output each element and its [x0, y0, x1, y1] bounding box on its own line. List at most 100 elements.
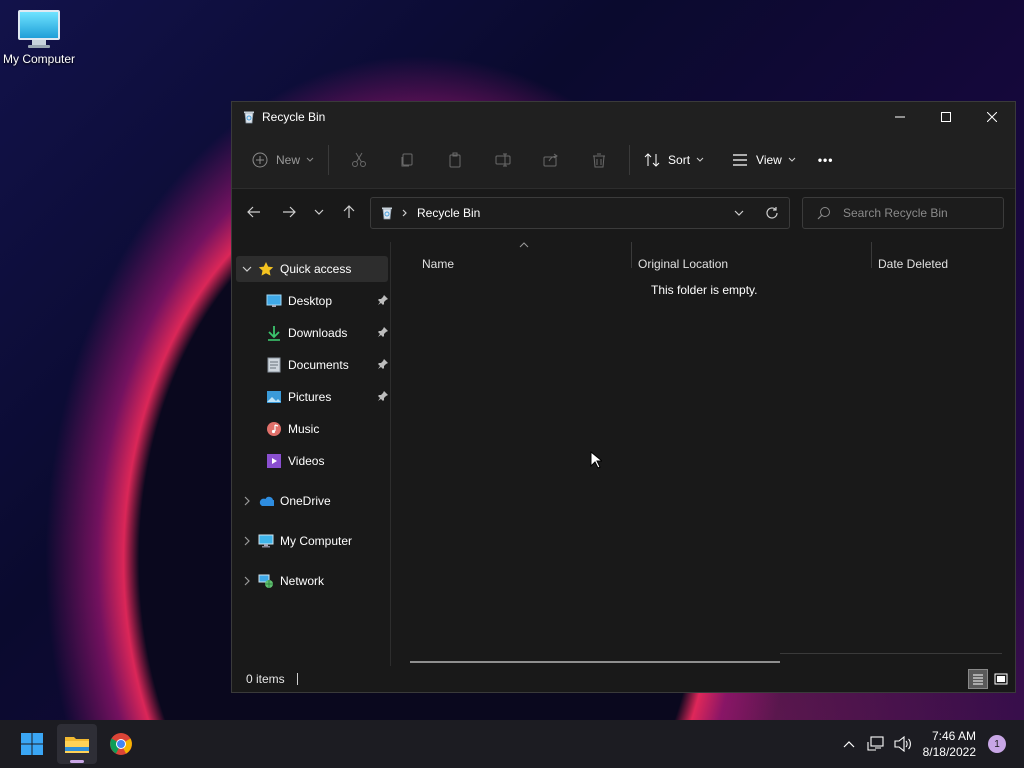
sidebar-item-onedrive[interactable]: OneDrive: [236, 488, 388, 514]
details-view-icon: [973, 674, 983, 685]
close-icon: [987, 112, 997, 122]
start-button[interactable]: [12, 724, 52, 764]
pin-icon[interactable]: [378, 358, 388, 372]
sort-button-label: Sort: [668, 153, 691, 167]
speaker-icon: [894, 736, 911, 752]
forward-button[interactable]: [271, 197, 306, 227]
folder-icon: [65, 737, 89, 753]
pin-icon[interactable]: [378, 294, 388, 308]
taskbar-file-explorer[interactable]: [57, 724, 97, 764]
address-bar[interactable]: Recycle Bin: [370, 197, 790, 229]
chevron-right-icon[interactable]: [236, 576, 258, 586]
sort-button[interactable]: Sort: [636, 142, 712, 178]
document-icon: [266, 357, 282, 373]
refresh-icon[interactable]: [765, 206, 779, 220]
view-button-label: View: [756, 153, 782, 167]
details-view-button[interactable]: [968, 669, 988, 689]
horizontal-scrollbar[interactable]: [410, 661, 780, 663]
volume-button[interactable]: [889, 736, 917, 752]
view-button[interactable]: View: [724, 142, 804, 178]
notification-badge[interactable]: 1: [988, 735, 1006, 753]
sidebar-item-network[interactable]: Network: [236, 568, 388, 594]
cut-button[interactable]: [335, 142, 383, 178]
status-bar: 0 items: [232, 666, 1015, 692]
clipboard-icon: [449, 152, 461, 168]
pin-icon[interactable]: [378, 390, 388, 404]
sidebar-item-quick-access[interactable]: Quick access: [236, 256, 388, 282]
pin-icon[interactable]: [378, 326, 388, 340]
picture-icon: [266, 389, 282, 405]
sidebar-item-downloads[interactable]: Downloads: [236, 320, 388, 346]
minimize-button[interactable]: [877, 102, 923, 132]
sidebar-item-pictures[interactable]: Pictures: [236, 384, 388, 410]
arrow-left-icon: [246, 206, 260, 218]
large-icons-view-icon: [994, 673, 1008, 685]
recycle-bin-icon: [382, 207, 392, 220]
column-header-name[interactable]: Name: [422, 254, 454, 274]
clock-time: 7:46 AM: [931, 729, 976, 743]
empty-folder-message: This folder is empty.: [651, 283, 758, 297]
back-button[interactable]: [236, 197, 271, 227]
cloud-icon: [258, 493, 274, 509]
mouse-cursor-icon: [590, 451, 602, 469]
sidebar-item-label: Desktop: [288, 294, 333, 308]
chevron-down-icon: [696, 157, 704, 162]
network-status-button[interactable]: [863, 736, 889, 752]
breadcrumb[interactable]: Recycle Bin: [417, 206, 480, 220]
sidebar-item-my-computer[interactable]: My Computer: [236, 528, 388, 554]
sidebar-item-label: My Computer: [280, 534, 353, 548]
file-list[interactable]: Name Original Location Date Deleted This…: [391, 242, 1015, 666]
chevron-right-icon[interactable]: [236, 536, 258, 546]
sidebar-item-music[interactable]: Music: [236, 416, 388, 442]
desktop-icon-my-computer[interactable]: My Computer: [0, 8, 78, 66]
arrow-right-icon: [282, 206, 296, 218]
chevron-right-icon[interactable]: [236, 496, 258, 506]
delete-button[interactable]: [575, 142, 623, 178]
window-title: Recycle Bin: [262, 110, 326, 124]
new-button[interactable]: New: [244, 142, 322, 178]
system-tray: 7:46 AM 8/18/2022 1: [835, 720, 1024, 768]
more-options-button[interactable]: •••: [818, 142, 834, 178]
minimize-icon: [895, 116, 905, 118]
large-icons-view-button[interactable]: [992, 670, 1010, 688]
share-button[interactable]: [527, 142, 575, 178]
search-placeholder: Search Recycle Bin: [843, 206, 948, 220]
maximize-icon: [941, 112, 951, 122]
chevron-down-icon[interactable]: [236, 266, 258, 272]
column-resize-handle[interactable]: [631, 242, 632, 268]
sidebar-item-label: Pictures: [288, 390, 332, 404]
maximize-button[interactable]: [923, 102, 969, 132]
copy-button[interactable]: [383, 142, 431, 178]
computer-icon: [258, 533, 274, 549]
sidebar-item-videos[interactable]: Videos: [236, 448, 388, 474]
column-header-date-deleted[interactable]: Date Deleted: [878, 254, 948, 274]
file-explorer-window: Recycle Bin New Sort View ••• Recycle Bi…: [231, 101, 1016, 693]
rename-icon: [495, 153, 511, 167]
navigation-pane: Quick access Desktop Downloads Documents…: [232, 246, 390, 666]
share-icon: [543, 153, 558, 167]
new-button-label: New: [276, 153, 301, 167]
up-button[interactable]: [331, 197, 366, 227]
chevron-down-icon: [788, 157, 796, 162]
sidebar-item-desktop[interactable]: Desktop: [236, 288, 388, 314]
sidebar-item-label: OneDrive: [280, 494, 331, 508]
sidebar-item-label: Network: [280, 574, 325, 588]
windows-logo-icon: [21, 733, 43, 755]
close-button[interactable]: [969, 102, 1015, 132]
search-input[interactable]: Search Recycle Bin: [802, 197, 1004, 229]
paste-button[interactable]: [431, 142, 479, 178]
sidebar-item-documents[interactable]: Documents: [236, 352, 388, 378]
video-icon: [266, 453, 282, 469]
sidebar-item-label: Videos: [288, 454, 325, 468]
taskbar-chrome[interactable]: [101, 724, 141, 764]
rename-button[interactable]: [479, 142, 527, 178]
download-icon: [266, 325, 282, 341]
clock[interactable]: 7:46 AM 8/18/2022: [923, 728, 976, 760]
list-view-icon: [733, 154, 748, 166]
address-history-chevron-icon[interactable]: [734, 210, 744, 216]
column-resize-handle[interactable]: [871, 242, 872, 268]
column-header-original-location[interactable]: Original Location: [638, 254, 728, 274]
horizontal-scroll-track[interactable]: [780, 653, 1002, 654]
title-bar[interactable]: Recycle Bin: [232, 102, 1015, 132]
show-hidden-icons-button[interactable]: [835, 740, 863, 748]
